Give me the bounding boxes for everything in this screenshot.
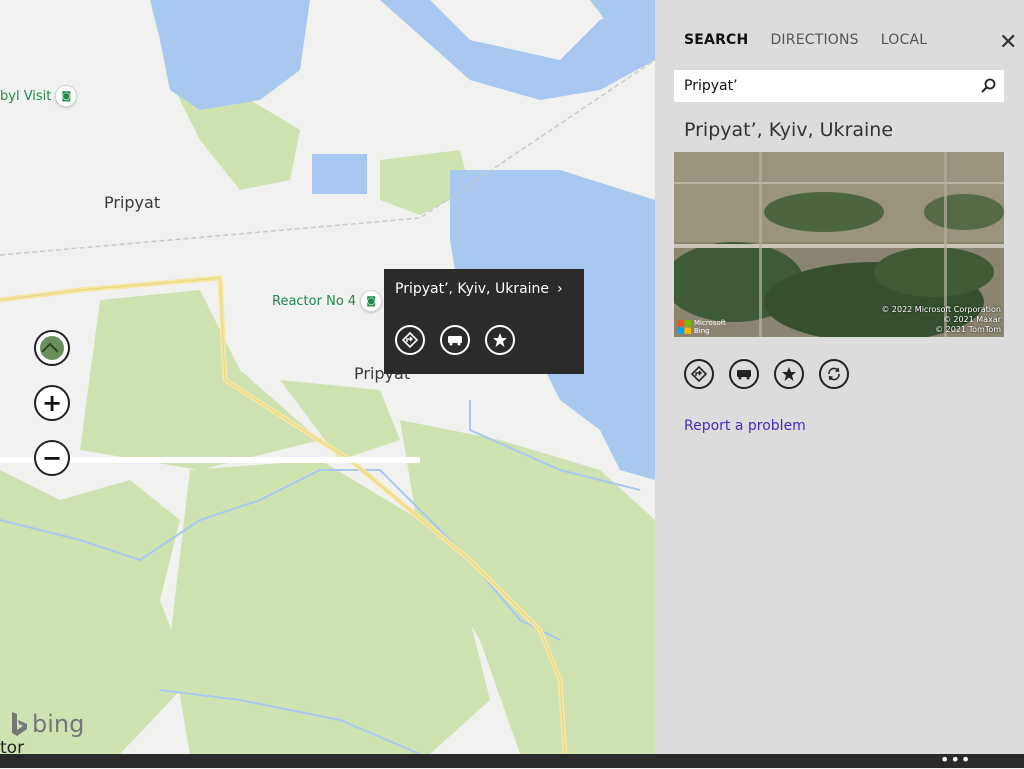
popup-title: Pripyat’, Kyiv, Ukraine (395, 281, 550, 297)
credit-line: © 2022 Microsoft Corporation (881, 305, 1001, 314)
more-options-icon[interactable]: ••• (940, 750, 971, 769)
bing-icon (12, 712, 27, 736)
credit-line: © 2021 TomTom (935, 325, 1001, 334)
brand-line: Microsoft (694, 319, 726, 327)
credit-line: © 2021 Maxar (942, 315, 1001, 324)
poi-label: Reactor No 4 (272, 293, 357, 309)
app-bar: ••• (0, 750, 1024, 769)
panel-actions (684, 359, 849, 389)
location-popup: Pripyat’, Kyiv, Ukraine › (384, 269, 584, 374)
transit-icon[interactable] (440, 325, 470, 355)
map-label-partial: tor (0, 738, 25, 754)
directions-icon[interactable] (684, 359, 714, 389)
poi-reactor[interactable]: Reactor No 4 ◙ (272, 290, 383, 312)
tab-search[interactable]: SEARCH (684, 32, 748, 48)
camera-icon: ◙ (55, 85, 78, 107)
refresh-icon[interactable] (819, 359, 849, 389)
search-icon[interactable] (972, 78, 1004, 94)
chevron-right-icon: › (557, 281, 563, 297)
map-base (0, 0, 655, 754)
aerial-photo[interactable]: Microsoft Bing © 2022 Microsoft Corporat… (674, 152, 1004, 337)
map-canvas[interactable]: Pripyat Pripyat tor byl Visit ◙ Reactor … (0, 0, 655, 754)
panel-tabs: SEARCH DIRECTIONS LOCAL (684, 32, 927, 48)
report-problem-link[interactable]: Report a problem (684, 418, 806, 434)
camera-icon: ◙ (360, 290, 383, 312)
directions-icon[interactable] (395, 325, 425, 355)
bing-wordmark: bing (32, 710, 85, 738)
popup-title-link[interactable]: Pripyat’, Kyiv, Ukraine › (395, 281, 573, 297)
globe-icon (40, 336, 64, 360)
close-icon[interactable]: ✕ (999, 30, 1017, 55)
search-input[interactable] (674, 77, 972, 95)
map-layers-button[interactable] (34, 330, 70, 366)
search-box (674, 70, 1004, 102)
tab-local[interactable]: LOCAL (881, 32, 927, 48)
poi-label: byl Visit (0, 88, 52, 104)
microsoft-bing-logo: Microsoft Bing (677, 319, 726, 335)
bing-logo: bing (10, 710, 84, 738)
photo-credits: © 2022 Microsoft Corporation © 2021 Maxa… (881, 305, 1001, 335)
microsoft-icon (677, 320, 691, 334)
poi-chernobyl-visit[interactable]: byl Visit ◙ (0, 85, 78, 107)
result-title: Pripyat’, Kyiv, Ukraine (684, 119, 894, 141)
favorite-icon[interactable] (774, 359, 804, 389)
favorite-icon[interactable] (485, 325, 515, 355)
tab-directions[interactable]: DIRECTIONS (770, 32, 858, 48)
side-panel: SEARCH DIRECTIONS LOCAL ✕ Pripyat’, Kyiv… (655, 0, 1024, 754)
zoom-out-button[interactable]: − (34, 440, 70, 476)
brand-line: Bing (694, 327, 710, 335)
zoom-in-button[interactable]: + (34, 385, 70, 421)
transit-icon[interactable] (729, 359, 759, 389)
map-label-pripyat: Pripyat (104, 193, 161, 212)
